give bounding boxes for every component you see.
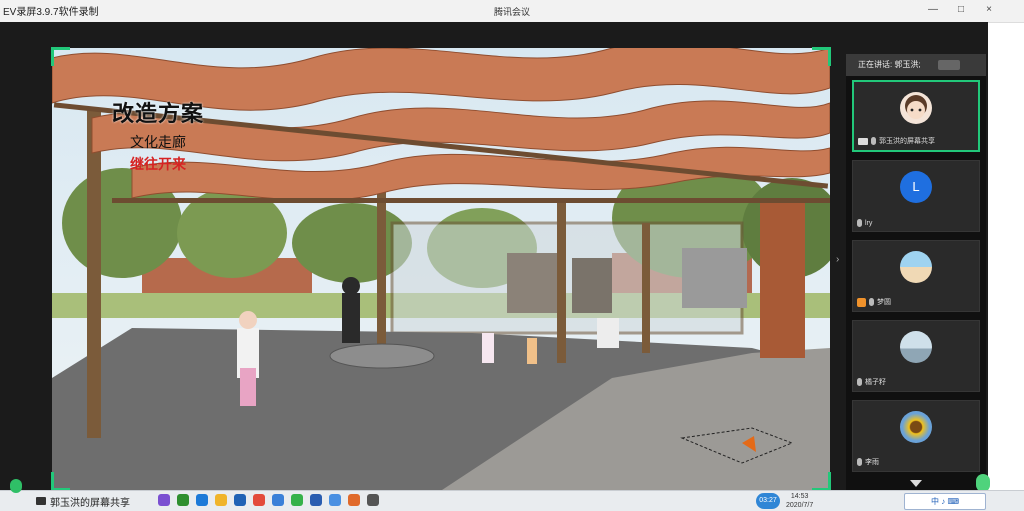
microphone-icon (871, 137, 876, 145)
app-icon[interactable] (234, 494, 246, 506)
microphone-muted-icon (857, 219, 862, 227)
screen-share-icon (858, 137, 868, 145)
share-banner-label: 郭玉洪的屏幕共享 (50, 497, 130, 509)
collapse-panel-arrow-icon[interactable]: › (836, 254, 844, 270)
floating-green-button[interactable] (10, 479, 22, 493)
participant-label: lry (857, 219, 872, 227)
speaking-label: 正在讲话: 郭玉洪; (858, 60, 921, 69)
app-icon[interactable] (329, 494, 341, 506)
title-bar: EV录屏3.9.7软件录制 腾讯会议 — □ × (0, 0, 1024, 23)
window-controls: — □ × (926, 4, 996, 15)
taskbar-apps (158, 494, 379, 506)
input-method-tray[interactable]: 中 ♪ ⌨ (904, 493, 986, 510)
participant-tile[interactable]: L lry (852, 160, 980, 232)
participant-name: lry (865, 219, 873, 227)
clock-time: 14:53 (790, 493, 809, 500)
participant-tile[interactable]: 梦圆 (852, 240, 980, 312)
window-title: 腾讯会议 (493, 7, 530, 17)
clock-date: 2020/7/7 (786, 502, 814, 509)
cartoon-avatar-icon (900, 92, 932, 124)
microphone-muted-icon (857, 458, 862, 466)
participant-tile[interactable]: 李雨 (852, 400, 980, 472)
speaking-indicator: 正在讲话: 郭玉洪; (846, 54, 986, 76)
app-icon[interactable] (272, 494, 284, 506)
screen-share-banner[interactable]: 郭玉洪的屏幕共享 (36, 493, 130, 509)
folder-icon[interactable] (215, 494, 227, 506)
participant-name: 李雨 (865, 459, 879, 466)
share-frame-corner (51, 47, 70, 66)
warning-icon (857, 297, 866, 307)
maximize-button[interactable]: □ (954, 4, 968, 15)
slide-subtitle-red: 继往开来 (130, 156, 186, 172)
letter-avatar: L (900, 171, 932, 203)
participant-label: 郭玉洪的屏幕共享 (858, 136, 935, 146)
word-icon[interactable] (310, 494, 322, 506)
slide-title: 改造方案 (112, 101, 205, 126)
app-icon[interactable] (196, 494, 208, 506)
speaking-wave-icon (938, 60, 960, 70)
minimize-button[interactable]: — (926, 4, 940, 15)
app-icon[interactable] (367, 494, 379, 506)
share-banner-icon (36, 497, 46, 505)
taskbar: 郭玉洪的屏幕共享 03:27 14:53 2020/7/7 中 ♪ ⌨ (0, 479, 1024, 511)
close-button[interactable]: × (982, 4, 996, 15)
participant-label: 梦圆 (857, 297, 891, 307)
participant-label: 李雨 (857, 457, 879, 467)
microphone-muted-icon (857, 378, 862, 386)
participant-name: 郭玉洪的屏幕共享 (879, 138, 935, 145)
slide-subtitle: 文化走廊 (130, 134, 186, 150)
slide-overlay-text: 改造方案 文化走廊 继往开来 (112, 96, 204, 174)
share-frame-corner (812, 47, 831, 66)
shared-screen-scene: 改造方案 文化走廊 继往开来 (52, 48, 830, 490)
participant-tile[interactable]: 橘子籽 (852, 320, 980, 392)
beach-photo-avatar (900, 251, 932, 283)
meeting-window: 改造方案 文化走廊 继往开来 › 正在讲话: 郭玉洪; 郭玉洪的屏幕共享 L l… (0, 22, 990, 492)
recording-timer[interactable]: 03:27 (756, 493, 780, 509)
participant-name: 橘子籽 (865, 379, 886, 386)
sunflower-photo-avatar (900, 411, 932, 443)
system-clock: 14:53 2020/7/7 (786, 492, 813, 510)
microphone-muted-icon (869, 298, 874, 306)
app-icon[interactable] (158, 494, 170, 506)
participant-panel: 正在讲话: 郭玉洪; 郭玉洪的屏幕共享 L lry 梦圆 橘子籽 李雨 (846, 54, 986, 490)
app-icon[interactable] (253, 494, 265, 506)
powerpoint-icon[interactable] (348, 494, 360, 506)
tray-label: 中 ♪ ⌨ (931, 497, 959, 506)
shared-screen[interactable]: 改造方案 文化走廊 继往开来 (51, 47, 831, 491)
participant-label: 橘子籽 (857, 377, 886, 387)
share-frame-corner (51, 472, 70, 491)
participant-tile[interactable]: 郭玉洪的屏幕共享 (852, 80, 980, 152)
participant-name: 梦圆 (877, 299, 891, 306)
wechat-icon[interactable] (291, 494, 303, 506)
sea-photo-avatar (900, 331, 932, 363)
app-icon[interactable] (177, 494, 189, 506)
scroll-down-arrow-icon[interactable] (910, 480, 922, 487)
share-frame-corner (812, 472, 831, 491)
